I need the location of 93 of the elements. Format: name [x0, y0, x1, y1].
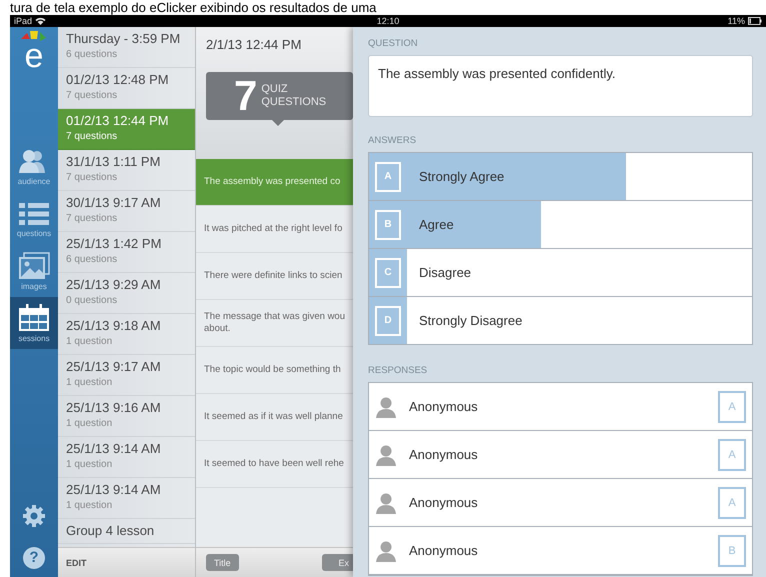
session-title: 25/1/13 1:42 PM [66, 235, 162, 253]
response-letter: A [718, 486, 746, 518]
session-title: 25/1/13 9:17 AM [66, 358, 162, 376]
session-item[interactable]: 25/1/13 9:16 AM 1 question [58, 396, 195, 437]
question-text: It seemed as if it was well planne [204, 411, 344, 423]
session-item[interactable]: 30/1/13 9:17 AM 7 questions [58, 191, 195, 232]
session-title: Thursday - 3:59 PM [66, 30, 182, 48]
images-icon [18, 252, 50, 280]
session-item[interactable]: 25/1/13 9:14 AM 1 question [58, 478, 195, 519]
question-count: 6 questions [66, 253, 118, 267]
question-count: 1 question [66, 499, 114, 513]
answer-letter: D [375, 306, 401, 336]
answer-text: Disagree [418, 265, 472, 280]
session-item[interactable]: 25/1/13 9:29 AM 0 questions [58, 273, 195, 314]
response-letter: A [718, 390, 746, 422]
question-row[interactable]: The assembly was presented co [196, 159, 353, 206]
question-text: The topic would be something th [204, 364, 342, 376]
answer-letter: B [375, 210, 401, 240]
session-item[interactable]: Thursday - 3:59 PM 6 questions [58, 27, 195, 68]
respondent-name: Anonymous [409, 543, 479, 558]
question-count: 1 question [66, 458, 114, 472]
nav-tab[interactable]: questions [10, 193, 58, 245]
question-count: 1 question [66, 417, 114, 431]
section-label: QUESTION [368, 38, 418, 49]
session-item[interactable]: Group 4 lesson [58, 519, 195, 544]
person-icon [375, 492, 397, 514]
answer-letter: C [375, 258, 401, 288]
session-title: 25/1/13 9:16 AM [66, 399, 162, 417]
question-count: 7 questions [66, 212, 118, 226]
caption-text: tura de tela exemplo do eClicker exibindo os resultados de uma [9, 0, 378, 15]
battery-icon [748, 17, 762, 25]
session-item[interactable]: 25/1/13 9:18 AM 1 question [58, 314, 195, 355]
count-number: 7 [234, 75, 258, 117]
question-text: It was pitched at the right level fo [204, 223, 344, 235]
question-text: The assembly was presented co [204, 176, 342, 188]
app-logo: e [17, 31, 51, 69]
question-count: 0 questions [66, 294, 118, 308]
session-title: 25/1/13 9:18 AM [66, 317, 162, 335]
section-label: RESPONSES [368, 365, 428, 376]
response-letter: B [718, 534, 746, 566]
calendar-icon [18, 304, 50, 332]
answer-text: Agree [418, 217, 454, 232]
carrier-label: iPad [14, 16, 32, 26]
question-text: about. [204, 323, 232, 335]
nav-tab[interactable]: images [10, 245, 58, 297]
count-label: QUESTIONS [261, 96, 326, 109]
person-icon [375, 396, 397, 418]
section-label: ANSWERS [368, 135, 416, 146]
question-count: 1 question [66, 376, 114, 390]
answer-text: Strongly Agree [418, 169, 504, 184]
question-count: 7 questions [66, 130, 118, 144]
session-title: 01/2/13 12:48 PM [66, 71, 170, 89]
help-button[interactable]: ? [23, 547, 45, 569]
question-text: The message that was given wou [204, 311, 346, 323]
nav-tab[interactable]: sessions [10, 297, 58, 349]
question-text: The assembly was presented confidently. [378, 66, 616, 81]
wifi-icon [35, 17, 46, 25]
session-title: 25/1/13 9:14 AM [66, 481, 162, 499]
session-item[interactable]: 25/1/13 1:42 PM 6 questions [58, 232, 195, 273]
question-count: 7 questions [66, 89, 118, 103]
question-text: There were definite links to scien [204, 270, 344, 282]
settings-icon[interactable] [23, 505, 45, 527]
session-title: 25/1/13 9:14 AM [66, 440, 162, 458]
answer-letter: A [375, 162, 401, 192]
session-title: 25/1/13 9:29 AM [66, 276, 162, 294]
person-icon [375, 540, 397, 562]
question-text: It seemed to have been well rehe [204, 458, 345, 470]
respondent-name: Anonymous [409, 447, 479, 462]
question-count: 1 question [66, 335, 114, 349]
session-title: 30/1/13 9:17 AM [66, 194, 162, 212]
response-letter: A [718, 438, 746, 470]
person-icon [375, 444, 397, 466]
session-item[interactable]: 31/1/13 1:11 PM 7 questions [58, 150, 195, 191]
respondent-name: Anonymous [409, 399, 479, 414]
toolbar-button[interactable]: Title [206, 554, 239, 571]
session-heading: 2/1/13 12:44 PM [206, 37, 302, 52]
battery-percent: 11% [728, 16, 745, 26]
count-label: QUIZ [261, 83, 289, 96]
session-title: 01/2/13 12:44 PM [66, 112, 170, 130]
session-title: Group 4 lesson [66, 522, 156, 540]
list-icon [18, 200, 50, 226]
question-count: 7 questions [66, 171, 118, 185]
nav-tab[interactable]: audience [10, 141, 58, 193]
toolbar-button[interactable]: Ex [322, 554, 353, 571]
edit-button[interactable]: EDIT [58, 556, 95, 570]
answer-text: Strongly Disagree [418, 313, 522, 328]
session-item[interactable]: 25/1/13 9:14 AM 1 question [58, 437, 195, 478]
session-item[interactable]: 25/1/13 9:17 AM 1 question [58, 355, 195, 396]
clock-time: 12:10 [376, 16, 400, 26]
session-item[interactable]: 01/2/13 12:44 PM 7 questions [58, 109, 195, 150]
question-count: 6 questions [66, 48, 118, 62]
respondent-name: Anonymous [409, 495, 479, 510]
session-title: 31/1/13 1:11 PM [66, 153, 162, 171]
